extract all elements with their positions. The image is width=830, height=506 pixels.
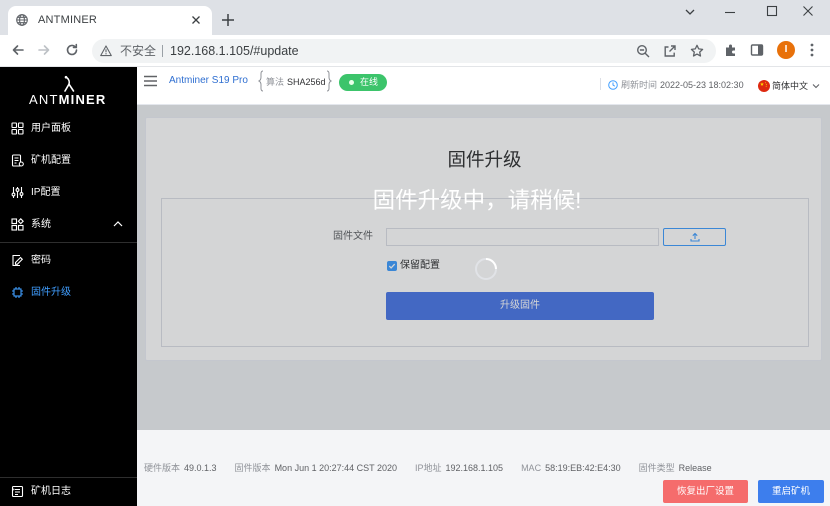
system-icon (11, 218, 24, 231)
zoom-icon[interactable] (636, 44, 650, 58)
logo-miner-text: MINER (58, 92, 107, 107)
close-tab-icon[interactable] (191, 15, 201, 25)
loading-text: 固件升级中，请稍候! (372, 188, 582, 213)
main-content: 固件升级 固件文件 保留配置 升级固件 固件升级中，请稍候! (137, 105, 830, 430)
side-panel-icon[interactable] (750, 43, 764, 57)
sidebar-item-system[interactable]: 系统 (0, 211, 137, 239)
address-separator (162, 45, 163, 57)
loading-overlay: 固件升级中，请稍候! (137, 105, 830, 430)
miner-config-icon (11, 154, 24, 167)
sidebar-item-label: 用户面板 (31, 123, 71, 134)
top-header: Antminer S19 Pro 算法 SHA256d 在线 刷新时间 2022… (137, 67, 830, 105)
sidebar-item-label: IP配置 (31, 187, 61, 198)
minimize-icon[interactable] (724, 6, 736, 18)
info-ip-address: IP地址 192.168.1.105 (414, 463, 504, 473)
tab-search-chevron-icon[interactable] (684, 6, 696, 18)
chevron-up-icon[interactable] (113, 220, 123, 228)
loading-spinner-icon (474, 257, 498, 281)
sidebar-item-firmware-upgrade[interactable]: 固件升级 (0, 279, 137, 307)
language-selector[interactable]: 简体中文 (758, 78, 824, 94)
address-bar[interactable]: 不安全 192.168.1.105/#update (92, 39, 716, 63)
info-firmware-version: 固件版本 Mon Jun 1 20:27:44 CST 2020 (234, 463, 397, 473)
share-icon[interactable] (663, 44, 677, 58)
refresh-label: 刷新时间 (621, 80, 658, 90)
algo-value: SHA256d (287, 77, 326, 87)
new-tab-icon[interactable] (221, 13, 235, 27)
sidebar-item-miner-log[interactable]: 矿机日志 (0, 478, 137, 506)
footer: 硬件版本 49.0.1.3 固件版本 Mon Jun 1 20:27:44 CST … (137, 430, 830, 506)
sidebar-item-label: 固件升级 (31, 287, 71, 298)
sidebar-item-ip-config[interactable]: IP配置 (0, 179, 137, 207)
sidebar-item-label: 密码 (31, 255, 51, 266)
url-text[interactable]: 192.168.1.105/#update (170, 44, 299, 58)
info-mac: MAC 58:19:EB:42:E4:30 (521, 463, 621, 473)
dashboard-icon (11, 122, 24, 135)
forward-arrow-icon[interactable] (36, 42, 52, 58)
algo-right-brace (326, 70, 333, 92)
status-badge: 在线 (339, 74, 387, 91)
language-label: 简体中文 (772, 81, 809, 91)
star-icon[interactable] (690, 44, 704, 58)
close-window-icon[interactable] (802, 5, 814, 17)
algo-label: 算法 (266, 77, 285, 87)
header-separator (600, 78, 601, 90)
maximize-icon[interactable] (766, 5, 778, 17)
sidebar-item-label: 矿机日志 (31, 486, 71, 497)
sidebar-divider (0, 242, 137, 243)
antminer-logo-mark-icon (62, 75, 76, 93)
warning-icon[interactable] (100, 45, 112, 57)
status-dot (349, 80, 354, 85)
browser-toolbar: 不安全 192.168.1.105/#update I (0, 35, 830, 67)
refresh-clock-icon[interactable] (608, 80, 618, 90)
hamburger-icon[interactable] (144, 75, 157, 87)
miner-model: Antminer S19 Pro (169, 75, 248, 86)
browser-tab-strip: ANTMINER (0, 0, 830, 35)
log-icon (11, 485, 24, 498)
sidebar-item-dashboard[interactable]: 用户面板 (0, 115, 137, 143)
device-info: 硬件版本 49.0.1.3 固件版本 Mon Jun 1 20:27:44 CST … (144, 462, 712, 474)
logo-ant-text: ANT (29, 92, 59, 107)
kebab-menu-icon[interactable] (808, 43, 816, 57)
sidebar: ANTMINER 用户面板 矿机配置 IP配置 系统 密码 固件升级 矿机日志 (0, 67, 137, 506)
security-label[interactable]: 不安全 (120, 44, 156, 58)
extensions-puzzle-icon[interactable] (724, 43, 738, 57)
password-edit-icon (11, 254, 24, 267)
chevron-down-icon (812, 83, 820, 89)
globe-icon (16, 14, 28, 26)
browser-tab[interactable]: ANTMINER (8, 6, 212, 35)
info-firmware-type: 固件类型 Release (638, 463, 712, 473)
back-arrow-icon[interactable] (10, 42, 26, 58)
info-hardware-version: 硬件版本 49.0.1.3 (144, 463, 217, 473)
sidebar-item-label: 系统 (31, 219, 51, 230)
sidebar-item-label: 矿机配置 (31, 155, 71, 166)
sidebar-item-miner-config[interactable]: 矿机配置 (0, 147, 137, 175)
refresh-time: 2022-05-23 18:02:30 (660, 80, 744, 90)
algo-left-brace (257, 70, 264, 92)
profile-avatar[interactable]: I (777, 41, 795, 59)
reboot-miner-button[interactable]: 重启矿机 (758, 480, 824, 503)
sidebar-item-password[interactable]: 密码 (0, 247, 137, 275)
reload-icon[interactable] (64, 42, 80, 58)
china-flag-icon (758, 80, 770, 92)
chip-icon (11, 286, 24, 299)
tab-title: ANTMINER (38, 14, 98, 26)
antminer-logo[interactable]: ANTMINER (29, 93, 107, 107)
sliders-icon (11, 186, 24, 199)
factory-reset-button[interactable]: 恢复出厂设置 (663, 480, 748, 503)
status-text: 在线 (360, 77, 379, 87)
